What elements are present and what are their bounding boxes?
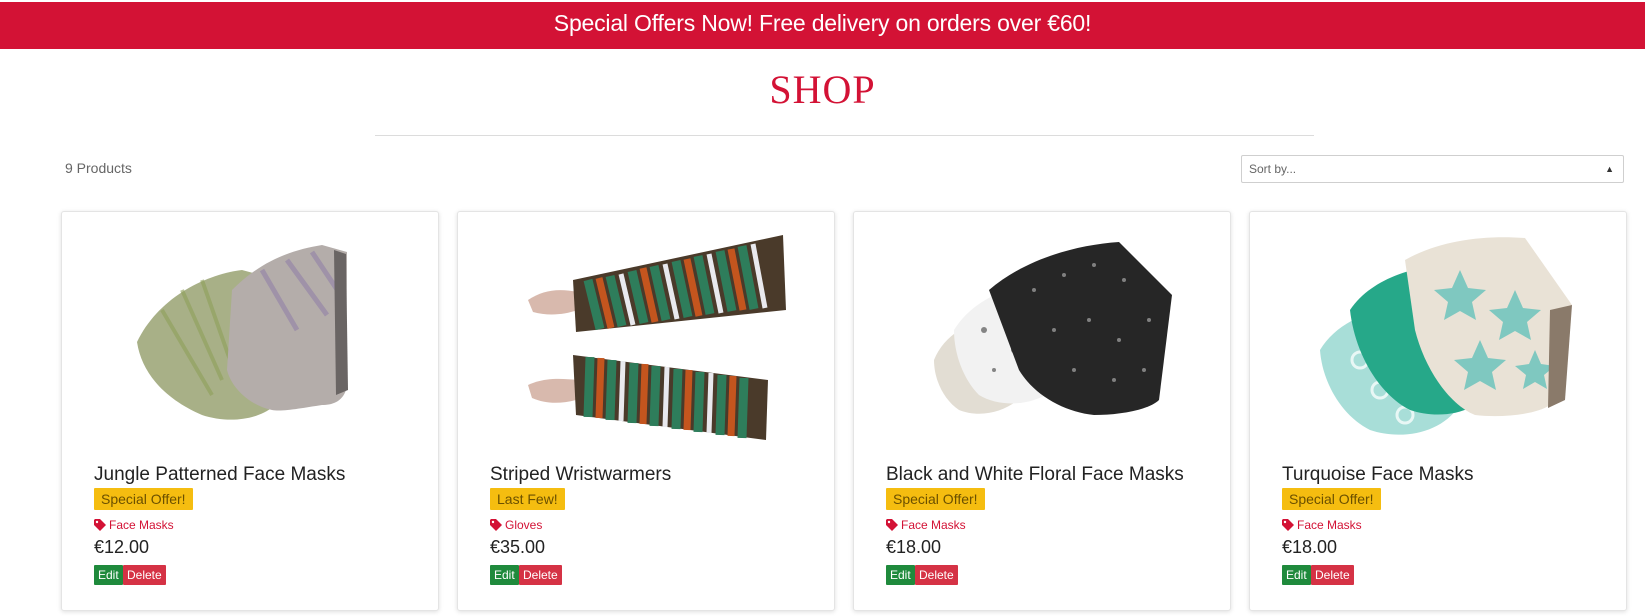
product-category-label: Face Masks: [109, 518, 174, 532]
tag-icon: [1282, 519, 1294, 531]
product-name[interactable]: Black and White Floral Face Masks: [886, 464, 1184, 486]
delete-button[interactable]: Delete: [915, 565, 958, 585]
product-card[interactable]: Striped Wristwarmers Last Few! Gloves €3…: [457, 211, 835, 611]
delete-button[interactable]: Delete: [123, 565, 166, 585]
product-name[interactable]: Turquoise Face Masks: [1282, 464, 1473, 486]
product-price: €18.00: [1282, 537, 1338, 557]
product-count: 9 Products: [65, 160, 132, 176]
edit-button[interactable]: Edit: [94, 565, 123, 585]
face-mask-image: [1320, 237, 1572, 435]
product-name[interactable]: Striped Wristwarmers: [490, 464, 671, 486]
delete-button[interactable]: Delete: [1311, 565, 1354, 585]
product-image[interactable]: [122, 230, 392, 442]
edit-button[interactable]: Edit: [490, 565, 519, 585]
product-price: €12.00: [94, 537, 150, 557]
product-image[interactable]: [914, 230, 1184, 442]
product-image[interactable]: [1310, 230, 1580, 442]
sort-caret-icon: ▲: [1605, 164, 1614, 174]
product-card[interactable]: Jungle Patterned Face Masks Special Offe…: [61, 211, 439, 611]
title-divider: [375, 135, 1314, 136]
product-category-label: Face Masks: [901, 518, 966, 532]
product-price: €35.00: [490, 537, 546, 557]
delete-button[interactable]: Delete: [519, 565, 562, 585]
product-category[interactable]: Face Masks: [886, 518, 966, 532]
product-card[interactable]: Turquoise Face Masks Special Offer! Face…: [1249, 211, 1627, 611]
product-image[interactable]: [518, 230, 788, 442]
product-badge: Last Few!: [490, 488, 565, 510]
promo-banner: Special Offers Now! Free delivery on ord…: [0, 2, 1645, 49]
product-card[interactable]: Black and White Floral Face Masks Specia…: [853, 211, 1231, 611]
product-name[interactable]: Jungle Patterned Face Masks: [94, 464, 345, 486]
wristwarmers-image: [528, 235, 786, 440]
sort-select[interactable]: Sort by... ▲: [1241, 155, 1624, 183]
product-category[interactable]: Gloves: [490, 518, 542, 532]
product-category[interactable]: Face Masks: [1282, 518, 1362, 532]
promo-banner-text: Special Offers Now! Free delivery on ord…: [553, 10, 1092, 36]
product-badge: Special Offer!: [886, 488, 985, 510]
edit-button[interactable]: Edit: [1282, 565, 1311, 585]
face-mask-image: [137, 245, 348, 420]
product-category-label: Gloves: [505, 518, 543, 532]
tag-icon: [886, 519, 898, 531]
product-category-label: Face Masks: [1297, 518, 1362, 532]
tag-icon: [94, 519, 106, 531]
product-badge: Special Offer!: [94, 488, 193, 510]
product-badge: Special Offer!: [1282, 488, 1381, 510]
product-category[interactable]: Face Masks: [94, 518, 174, 532]
tag-icon: [490, 519, 502, 531]
product-price: €18.00: [886, 537, 942, 557]
sort-select-value: Sort by...: [1249, 162, 1297, 176]
page-title: SHOP: [769, 67, 876, 112]
edit-button[interactable]: Edit: [886, 565, 915, 585]
face-mask-image: [934, 242, 1172, 415]
